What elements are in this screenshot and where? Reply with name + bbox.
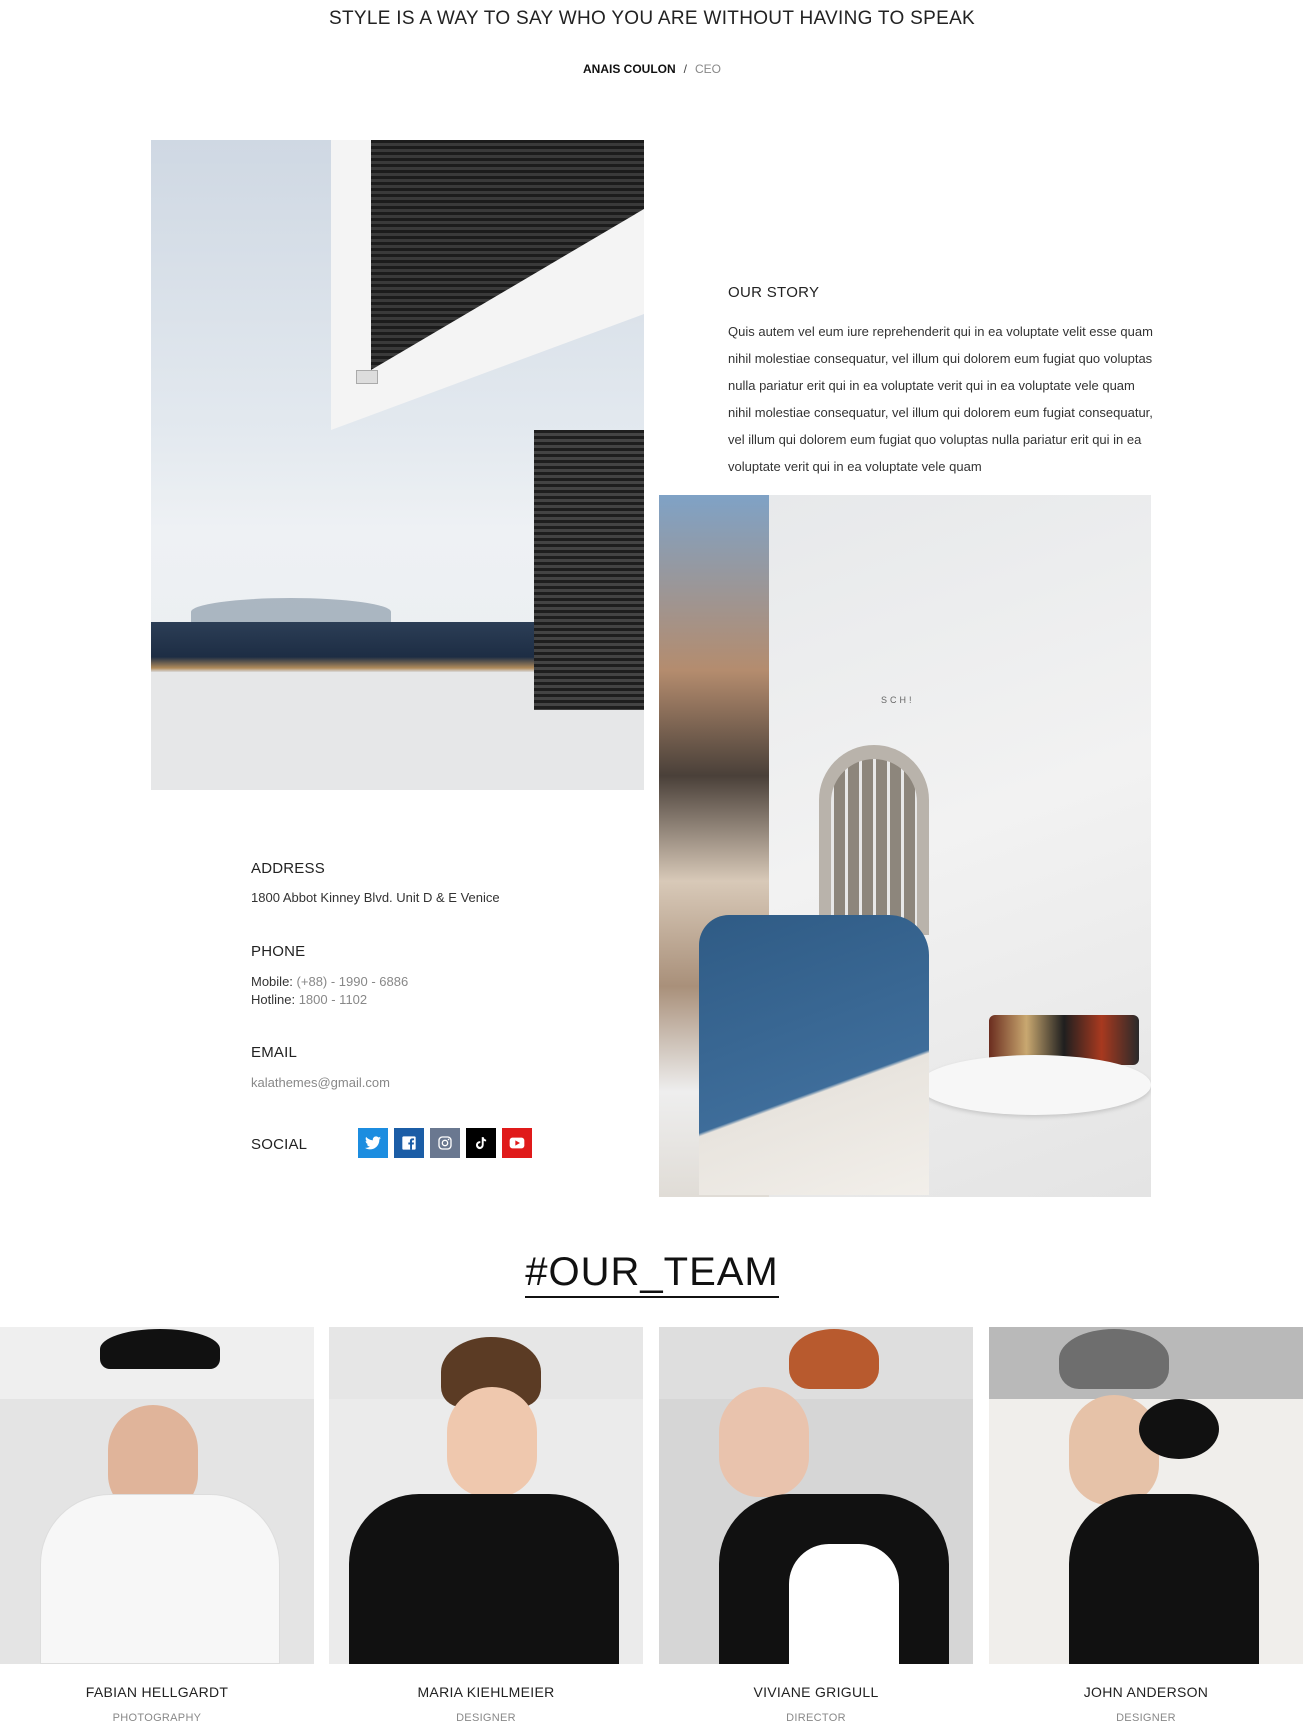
author-separator: / xyxy=(683,62,687,76)
phone-info: Mobile: (+88) - 1990 - 6886 Hotline: 180… xyxy=(251,973,408,1009)
quote-author: ANAIS COULON / CEO xyxy=(0,62,1304,76)
team-member-card[interactable]: JOHN ANDERSON DESIGNER xyxy=(989,1327,1303,1724)
author-name: ANAIS COULON xyxy=(582,62,676,76)
author-role: CEO xyxy=(695,62,722,76)
email-link[interactable]: kalathemes@gmail.com xyxy=(251,1075,390,1090)
hotline-label: Hotline: xyxy=(251,992,296,1007)
twitter-icon[interactable] xyxy=(358,1128,388,1158)
team-member-photo xyxy=(659,1327,973,1664)
team-member-name: VIVIANE GRIGULL xyxy=(753,1684,879,1700)
mobile-label: Mobile: xyxy=(251,974,293,989)
address-text: 1800 Abbot Kinney Blvd. Unit D & E Venic… xyxy=(251,890,500,905)
team-member-photo xyxy=(329,1327,643,1664)
team-member-card[interactable]: FABIAN HELLGARDT PHOTOGRAPHY xyxy=(0,1327,314,1724)
team-title: #OUR_TEAM xyxy=(0,1250,1304,1298)
mobile-number[interactable]: (+88) - 1990 - 6886 xyxy=(297,974,409,989)
email-label: EMAIL xyxy=(251,1044,298,1061)
store-sign: SCH! xyxy=(881,695,915,705)
team-member-role: DESIGNER xyxy=(456,1712,516,1724)
building-photo xyxy=(151,140,644,790)
team-member-role: PHOTOGRAPHY xyxy=(112,1712,202,1724)
team-member-photo xyxy=(989,1327,1303,1664)
team-member-card[interactable]: MARIA KIEHLMEIER DESIGNER xyxy=(329,1327,643,1724)
team-member-role: DESIGNER xyxy=(1116,1712,1176,1724)
instagram-icon[interactable] xyxy=(430,1128,460,1158)
team-member-photo xyxy=(0,1327,314,1664)
team-member-name: FABIAN HELLGARDT xyxy=(85,1684,229,1700)
social-links xyxy=(358,1128,532,1158)
social-label: SOCIAL xyxy=(251,1136,308,1153)
page-quote: STYLE IS A WAY TO SAY WHO YOU ARE WITHOU… xyxy=(328,8,976,29)
story-title: OUR STORY xyxy=(728,284,820,301)
phone-label: PHONE xyxy=(251,943,306,960)
team-member-name: MARIA KIEHLMEIER xyxy=(417,1684,555,1700)
address-label: ADDRESS xyxy=(251,860,325,877)
team-member-card[interactable]: VIVIANE GRIGULL DIRECTOR xyxy=(659,1327,973,1724)
store-photo: SCH! xyxy=(659,495,1151,1197)
team-member-role: DIRECTOR xyxy=(786,1712,846,1724)
youtube-icon[interactable] xyxy=(502,1128,532,1158)
story-text: Quis autem vel eum iure reprehenderit qu… xyxy=(728,324,1153,474)
facebook-icon[interactable] xyxy=(394,1128,424,1158)
team-title-text: #OUR_TEAM xyxy=(525,1250,779,1298)
team-member-name: JOHN ANDERSON xyxy=(1083,1684,1209,1700)
tiktok-icon[interactable] xyxy=(466,1128,496,1158)
hotline-number[interactable]: 1800 - 1102 xyxy=(299,992,367,1007)
